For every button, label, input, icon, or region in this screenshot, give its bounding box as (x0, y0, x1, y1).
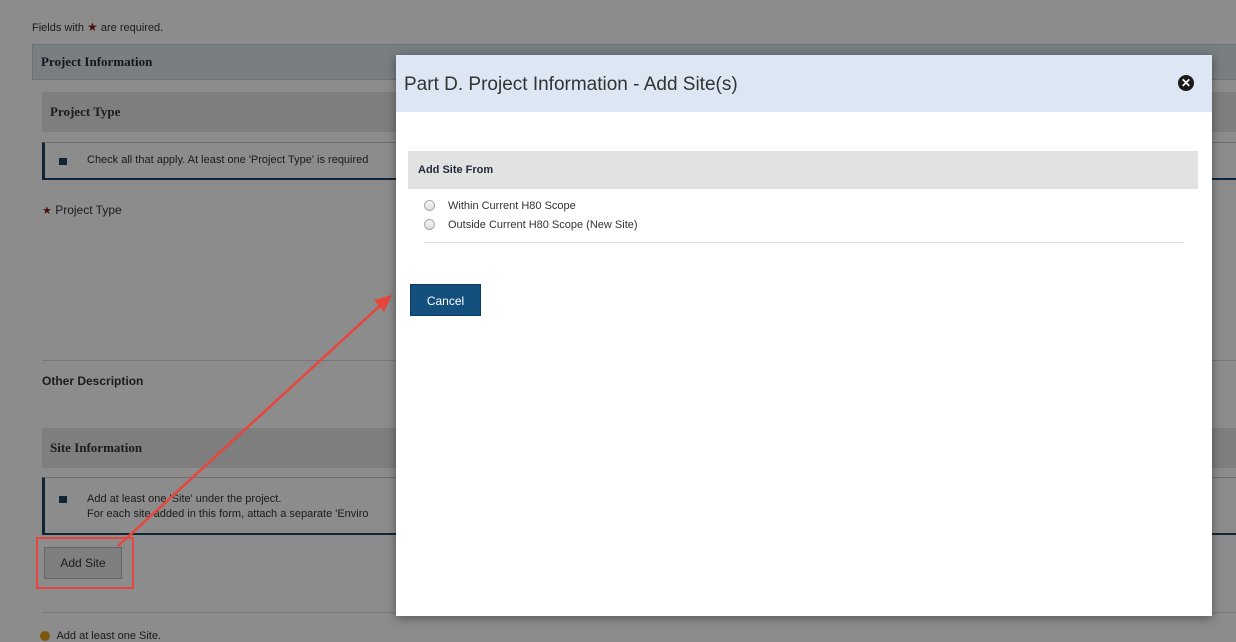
modal-title: Part D. Project Information - Add Site(s… (404, 74, 738, 95)
modal-header: Part D. Project Information - Add Site(s… (396, 55, 1212, 112)
site-source-options: Within Current H80 Scope Outside Current… (424, 196, 1184, 243)
option-outside-scope[interactable]: Outside Current H80 Scope (New Site) (424, 215, 1184, 234)
cancel-button[interactable]: Cancel (410, 284, 481, 316)
add-site-highlight-box (36, 537, 134, 589)
close-icon[interactable]: ✕ (1178, 75, 1194, 91)
radio-button[interactable] (424, 219, 435, 230)
add-site-from-header: Add Site From (408, 151, 1198, 189)
add-site-modal: Part D. Project Information - Add Site(s… (396, 55, 1212, 616)
radio-button[interactable] (424, 200, 435, 211)
option-within-scope[interactable]: Within Current H80 Scope (424, 196, 1184, 215)
